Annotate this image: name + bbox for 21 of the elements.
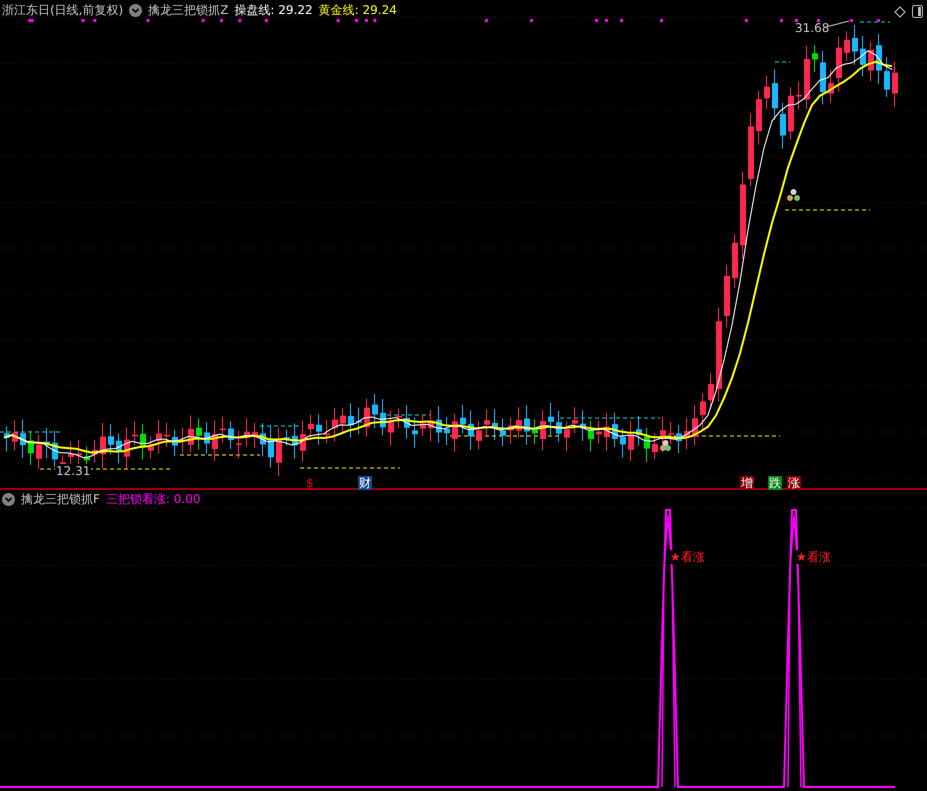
low-price-label: 12.31 bbox=[55, 464, 92, 478]
indicator-name: 擒龙三把锁抓Z bbox=[148, 3, 228, 17]
dot-cluster-icon bbox=[660, 440, 671, 451]
signal-marker: $ bbox=[305, 476, 315, 490]
signal-marker: 跌 bbox=[768, 476, 782, 490]
diamond-icon[interactable] bbox=[894, 6, 906, 18]
indicator-value: 黄金线: 29.24 bbox=[318, 3, 397, 17]
indicator-value: 三把锁看涨: 0.00 bbox=[106, 492, 200, 506]
signal-marker: 财 bbox=[358, 476, 372, 490]
panel-icon[interactable] bbox=[912, 5, 923, 18]
signal-label: ★看涨 bbox=[796, 550, 831, 564]
signal-marker: 增 bbox=[740, 476, 754, 490]
signal-label: ★看涨 bbox=[670, 550, 705, 564]
dot-cluster-icon bbox=[787, 189, 800, 201]
collapse-icon[interactable] bbox=[129, 4, 142, 16]
high-price-label: 31.68 bbox=[795, 21, 830, 35]
indicator-name: 擒龙三把锁抓F bbox=[21, 492, 100, 506]
indicator-value: 操盘线: 29.22 bbox=[234, 3, 313, 17]
collapse-icon[interactable] bbox=[2, 492, 15, 506]
stock-title: 浙江东日(日线,前复权) bbox=[2, 3, 124, 17]
signal-marker: 涨 bbox=[787, 476, 801, 490]
